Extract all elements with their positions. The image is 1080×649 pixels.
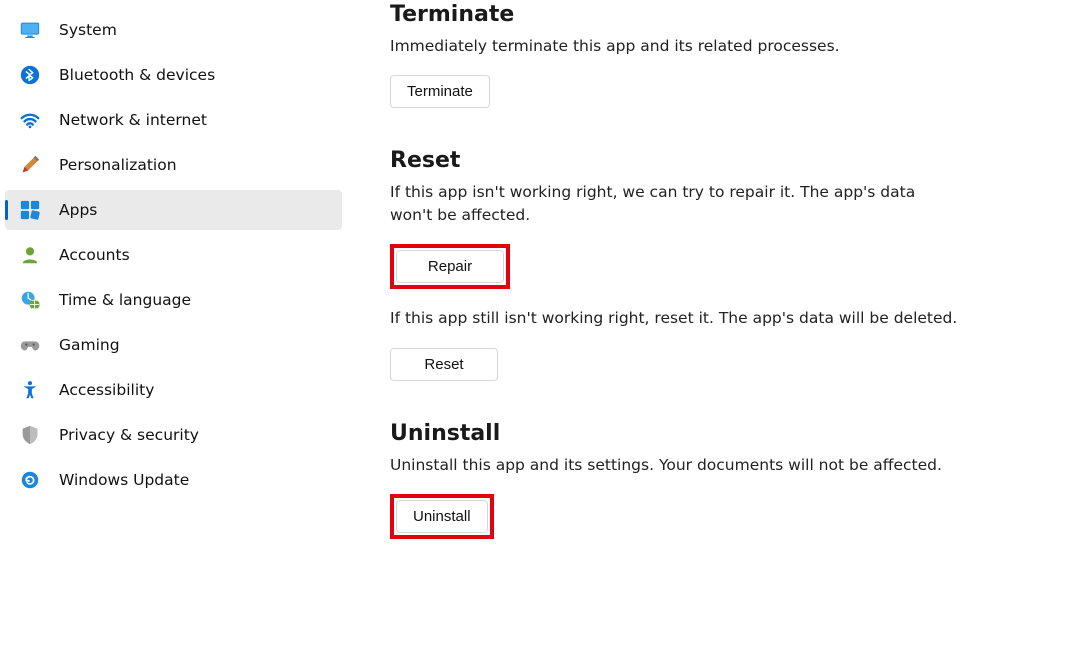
sidebar-item-gaming[interactable]: Gaming <box>5 325 342 365</box>
sidebar-item-label: Windows Update <box>59 471 189 489</box>
apps-icon <box>19 199 41 221</box>
reset-section: Reset If this app isn't working right, w… <box>390 148 1040 380</box>
sidebar-item-network[interactable]: Network & internet <box>5 100 342 140</box>
uninstall-highlight: Uninstall <box>390 494 494 539</box>
sidebar-item-label: Accessibility <box>59 381 154 399</box>
update-icon <box>19 469 41 491</box>
reset-heading: Reset <box>390 148 1040 173</box>
terminate-description: Immediately terminate this app and its r… <box>390 35 950 57</box>
sidebar-item-label: Accounts <box>59 246 130 264</box>
sidebar-item-label: Network & internet <box>59 111 207 129</box>
sidebar-item-label: Gaming <box>59 336 120 354</box>
person-icon <box>19 244 41 266</box>
repair-highlight: Repair <box>390 244 510 289</box>
sidebar-item-accessibility[interactable]: Accessibility <box>5 370 342 410</box>
sidebar-item-label: System <box>59 21 117 39</box>
bluetooth-icon <box>19 64 41 86</box>
gamepad-icon <box>19 334 41 356</box>
sidebar-item-apps[interactable]: Apps <box>5 190 342 230</box>
terminate-section: Terminate Immediately terminate this app… <box>390 2 1040 108</box>
uninstall-section: Uninstall Uninstall this app and its set… <box>390 421 1040 539</box>
shield-icon <box>19 424 41 446</box>
main-content: Terminate Immediately terminate this app… <box>350 0 1080 649</box>
sidebar-item-label: Apps <box>59 201 97 219</box>
reset-button[interactable]: Reset <box>390 348 498 381</box>
repair-button[interactable]: Repair <box>396 250 504 283</box>
reset-description: If this app still isn't working right, r… <box>390 307 1030 329</box>
monitor-icon <box>19 19 41 41</box>
sidebar-item-label: Privacy & security <box>59 426 199 444</box>
sidebar-item-personalization[interactable]: Personalization <box>5 145 342 185</box>
sidebar-item-time-language[interactable]: Time & language <box>5 280 342 320</box>
paintbrush-icon <box>19 154 41 176</box>
sidebar-item-system[interactable]: System <box>5 10 342 50</box>
terminate-heading: Terminate <box>390 2 1040 27</box>
wifi-icon <box>19 109 41 131</box>
repair-description: If this app isn't working right, we can … <box>390 181 950 226</box>
sidebar-item-windows-update[interactable]: Windows Update <box>5 460 342 500</box>
sidebar-item-bluetooth[interactable]: Bluetooth & devices <box>5 55 342 95</box>
sidebar-item-accounts[interactable]: Accounts <box>5 235 342 275</box>
uninstall-heading: Uninstall <box>390 421 1040 446</box>
sidebar-item-label: Time & language <box>59 291 191 309</box>
clock-globe-icon <box>19 289 41 311</box>
accessibility-icon <box>19 379 41 401</box>
uninstall-description: Uninstall this app and its settings. You… <box>390 454 1030 476</box>
terminate-button[interactable]: Terminate <box>390 75 490 108</box>
sidebar-item-privacy[interactable]: Privacy & security <box>5 415 342 455</box>
uninstall-button[interactable]: Uninstall <box>396 500 488 533</box>
sidebar-item-label: Bluetooth & devices <box>59 66 215 84</box>
sidebar-item-label: Personalization <box>59 156 177 174</box>
settings-sidebar: System Bluetooth & devices Network & int… <box>0 0 350 649</box>
